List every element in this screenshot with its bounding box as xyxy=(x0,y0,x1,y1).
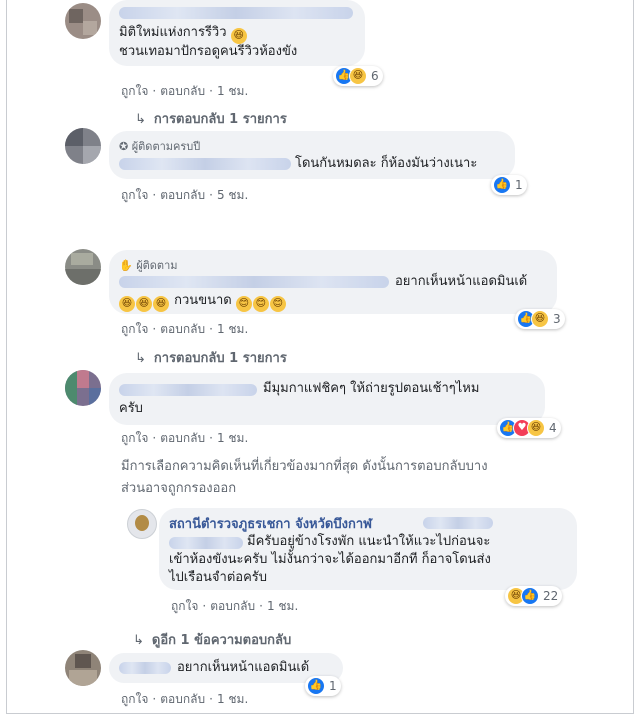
page-reply-text-line-1: มีครับอยู่ข้างโรงพัก แนะนำให้แวะไปก่อนจะ xyxy=(247,534,491,549)
like-link[interactable]: ถูกใจ xyxy=(121,84,148,98)
reply-arrow-icon: ↳ xyxy=(133,633,144,648)
commenter-avatar[interactable] xyxy=(65,128,101,164)
commenter-avatar[interactable] xyxy=(65,370,101,406)
like-reaction-icon: 👍 xyxy=(307,677,325,695)
page-avatar[interactable] xyxy=(127,509,157,539)
comment-text-line-2: ครับ xyxy=(119,401,143,416)
reaction-count: 1 xyxy=(515,178,523,192)
comment-timestamp[interactable]: 1 ชม. xyxy=(217,84,248,98)
fan-badge[interactable]: ✋ ผู้ติดตาม xyxy=(119,256,178,274)
page-reply-text-line-2: เข้าห้องขังนะครับ ไม่งั้นกว่าจะได้ออกมาอ… xyxy=(169,552,491,567)
commenter-avatar[interactable] xyxy=(65,249,101,285)
comment-text-line-2: 😆 😆 😆 กวนขนาด 😊 😊 😊 xyxy=(119,292,287,312)
haha-reaction-icon: 😆 xyxy=(531,310,549,328)
laughing-emoji-icon: 😆 xyxy=(153,296,169,312)
comment-timestamp[interactable]: 1 ชม. xyxy=(217,431,248,445)
reply-link[interactable]: ตอบกลับ xyxy=(160,84,205,98)
reply-arrow-icon: ↳ xyxy=(135,112,146,127)
reaction-count: 22 xyxy=(543,589,559,603)
reply-link[interactable]: ตอบกลับ xyxy=(160,692,205,706)
page-author-name[interactable]: สถานีตำรวจภูธรเชกา จังหวัดบึงกาฬ xyxy=(169,513,372,534)
reaction-summary[interactable]: 👍 1 xyxy=(491,175,527,195)
tagged-name-blurred[interactable] xyxy=(169,537,243,549)
reply-link[interactable]: ตอบกลับ xyxy=(160,188,205,202)
comment-text: อยากเห็นหน้าแอดมินเด้ xyxy=(395,274,528,289)
commenter-name-blurred[interactable] xyxy=(119,7,353,19)
reply-link[interactable]: ตอบกลับ xyxy=(160,431,205,445)
reaction-count: 1 xyxy=(329,679,337,693)
comment-timestamp[interactable]: 1 ชม. xyxy=(217,322,248,336)
commenter-name-blurred[interactable] xyxy=(119,662,171,674)
like-link[interactable]: ถูกใจ xyxy=(121,692,148,706)
reaction-count: 6 xyxy=(371,69,379,83)
page-reply-text-line-3: ไปเรือนจำต่อครับ xyxy=(169,570,268,585)
view-more-replies-link[interactable]: ↳ ดูอีก 1 ข้อความตอบกลับ xyxy=(133,629,291,650)
like-reaction-icon: 👍 xyxy=(493,176,511,194)
smile-emoji-icon: 😊 xyxy=(252,296,269,312)
laughing-emoji-icon: 😆 xyxy=(136,296,152,312)
haha-reaction-icon: 😆 xyxy=(349,67,367,85)
filtered-replies-note: มีการเลือกความคิดเห็นที่เกี่ยวข้องมากที่… xyxy=(121,459,488,496)
like-reaction-icon: 👍 xyxy=(521,587,539,605)
reaction-count: 4 xyxy=(549,421,557,435)
comment-actions: ถูกใจ · ตอบกลับ · 1 ชม. xyxy=(121,431,249,445)
smile-emoji-icon: 😊 xyxy=(269,296,286,312)
haha-reaction-icon: 😆 xyxy=(527,419,545,437)
reaction-summary[interactable]: 👍 1 xyxy=(305,676,341,696)
smile-emoji-icon: 😊 xyxy=(235,296,252,312)
like-link[interactable]: ถูกใจ xyxy=(121,431,148,445)
fan-badge-icon: ✪ xyxy=(119,140,129,153)
reaction-summary[interactable]: 👍 😆 6 xyxy=(333,66,383,86)
commenter-name-blurred[interactable] xyxy=(119,276,389,288)
view-replies-link[interactable]: ↳ การตอบกลับ 1 รายการ xyxy=(135,108,287,129)
laughing-emoji-icon: 😆 xyxy=(119,296,135,312)
like-link[interactable]: ถูกใจ xyxy=(121,188,148,202)
reaction-summary[interactable]: 😆 👍 22 xyxy=(505,586,563,606)
laughing-emoji-icon: 😆 xyxy=(230,28,247,44)
fan-badge[interactable]: ✪ ผู้ติดตามครบปี xyxy=(119,137,200,155)
fan-badge-icon: ✋ xyxy=(119,259,133,272)
reply-link[interactable]: ตอบกลับ xyxy=(160,322,205,336)
comment-text-line-2: ชวนเทอมาปักรอดูคนรีวิวห้องขัง xyxy=(119,44,298,59)
like-link[interactable]: ถูกใจ xyxy=(121,322,148,336)
reaction-summary[interactable]: 👍 ♥ 😆 4 xyxy=(497,418,561,438)
tagged-name-blurred[interactable] xyxy=(423,517,493,529)
comment-actions: ถูกใจ · ตอบกลับ · 1 ชม. xyxy=(121,692,249,706)
comment-timestamp[interactable]: 5 ชม. xyxy=(217,188,248,202)
reply-link[interactable]: ตอบกลับ xyxy=(210,599,255,613)
comment-actions: ถูกใจ · ตอบกลับ · 5 ชม. xyxy=(121,188,249,202)
comment-timestamp[interactable]: 1 ชม. xyxy=(217,692,248,706)
commenter-name-blurred[interactable] xyxy=(119,158,291,170)
reply-arrow-icon: ↳ xyxy=(135,351,146,366)
commenter-name-blurred[interactable] xyxy=(119,384,257,396)
comment-actions: ถูกใจ · ตอบกลับ · 1 ชม. xyxy=(121,84,249,98)
comment-text: มีมุมกาแฟชิคๆ ให้ถ่ายรูปตอนเช้าๆไหม xyxy=(263,381,480,396)
comments-panel: มิติใหม่แห่งการรีวิว 😆 ชวนเทอมาปักรอดูคน… xyxy=(6,0,634,714)
comment-text: โดนกันหมดละ ก็ห้องมันว่างเนาะ xyxy=(295,156,478,171)
comment-actions: ถูกใจ · ตอบกลับ · 1 ชม. xyxy=(171,599,299,613)
comment-actions: ถูกใจ · ตอบกลับ · 1 ชม. xyxy=(121,322,249,336)
view-replies-link[interactable]: ↳ การตอบกลับ 1 รายการ xyxy=(135,347,287,368)
reaction-summary[interactable]: 👍 😆 3 xyxy=(515,309,565,329)
commenter-avatar[interactable] xyxy=(65,3,101,39)
comment-text-line-1: มิติใหม่แห่งการรีวิว 😆 xyxy=(119,24,248,44)
comment-text: อยากเห็นหน้าแอดมินเด้ xyxy=(177,660,310,675)
commenter-avatar[interactable] xyxy=(65,650,101,686)
like-link[interactable]: ถูกใจ xyxy=(171,599,198,613)
comment-timestamp[interactable]: 1 ชม. xyxy=(267,599,298,613)
reaction-count: 3 xyxy=(553,312,561,326)
